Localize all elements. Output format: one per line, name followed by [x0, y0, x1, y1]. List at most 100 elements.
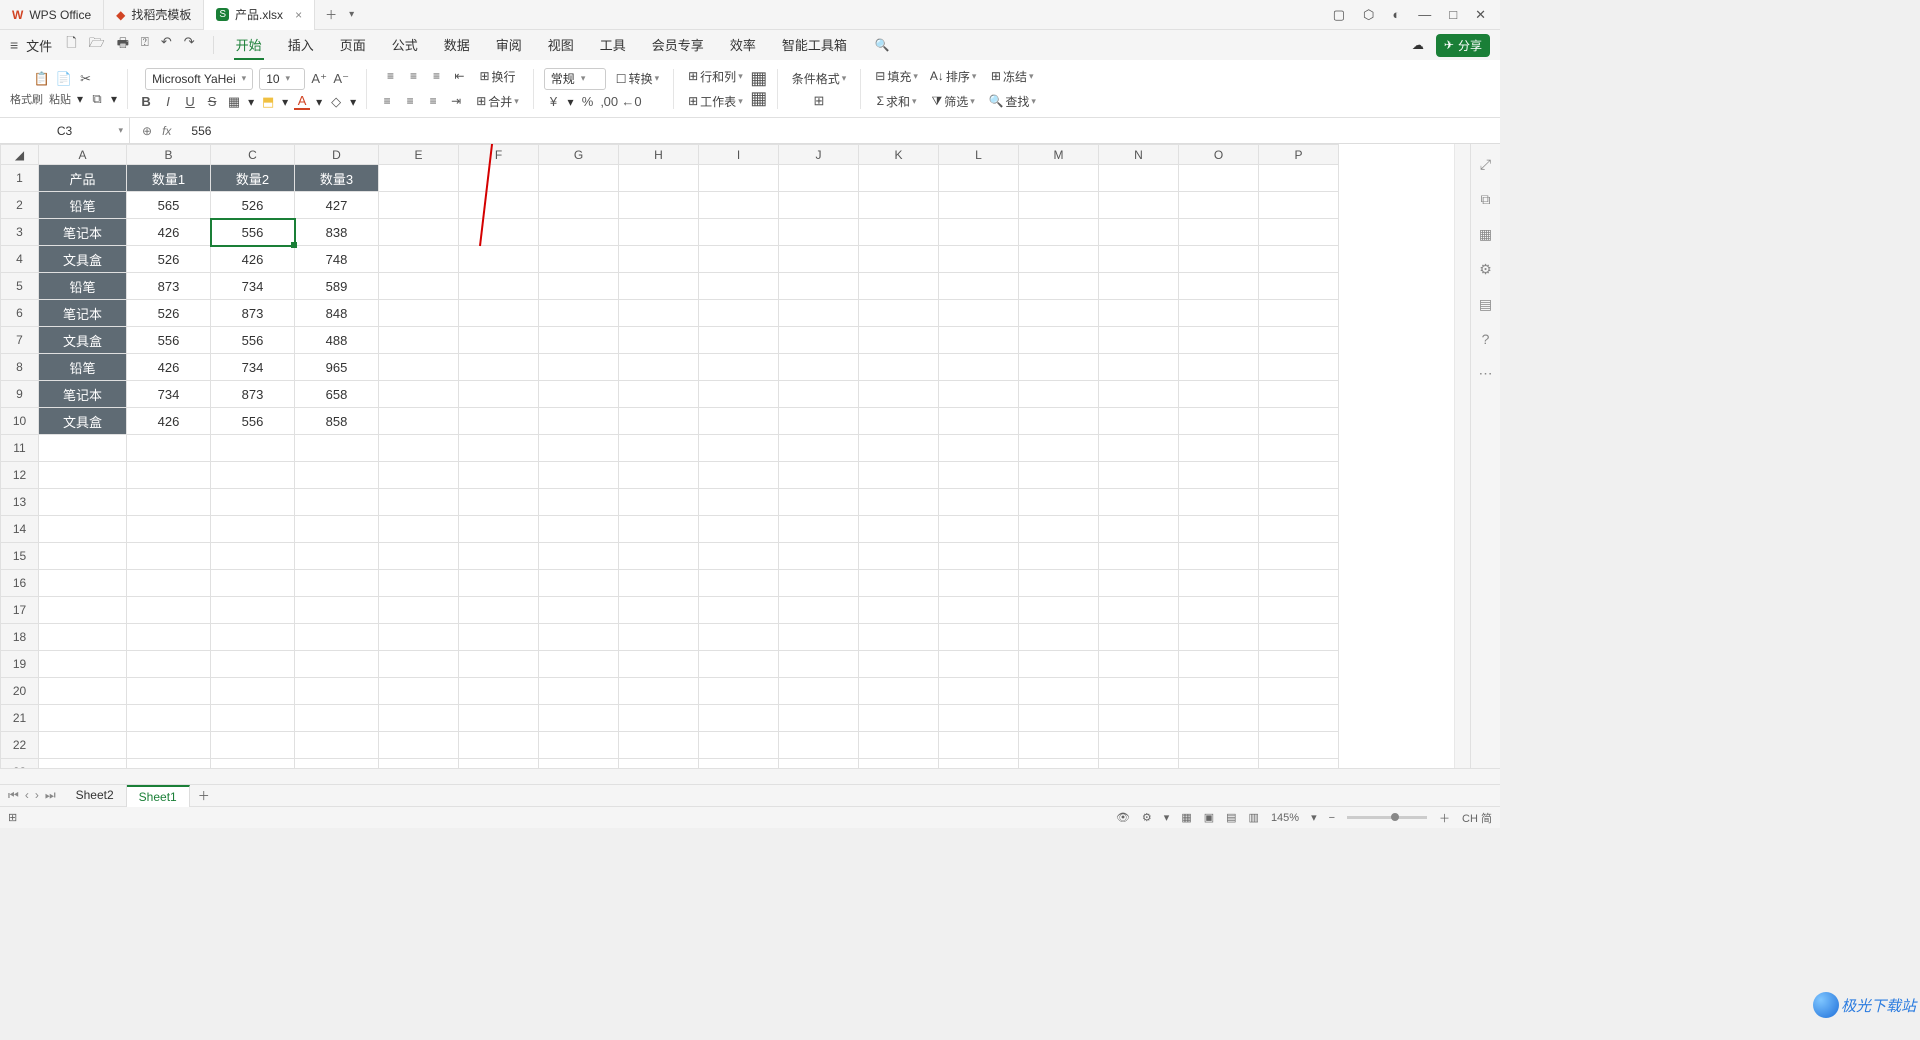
- qat-new-icon[interactable]: 🗋: [66, 34, 76, 56]
- cell-P1[interactable]: [1259, 165, 1339, 192]
- cell-C15[interactable]: [211, 543, 295, 570]
- cell-N1[interactable]: [1099, 165, 1179, 192]
- cell-B23[interactable]: [127, 759, 211, 769]
- cell-G12[interactable]: [539, 462, 619, 489]
- cell-P18[interactable]: [1259, 624, 1339, 651]
- cell-N2[interactable]: [1099, 192, 1179, 219]
- filter-button[interactable]: ⧩ 筛选▾: [928, 91, 979, 112]
- cell-E6[interactable]: [379, 300, 459, 327]
- cell-K6[interactable]: [859, 300, 939, 327]
- app-tab-wps[interactable]: W WPS Office: [0, 0, 104, 30]
- cell-I23[interactable]: [699, 759, 779, 769]
- cell-J17[interactable]: [779, 597, 859, 624]
- col-header-K[interactable]: K: [859, 145, 939, 165]
- cell-P11[interactable]: [1259, 435, 1339, 462]
- cell-D22[interactable]: [295, 732, 379, 759]
- formula-input[interactable]: 556: [183, 124, 1500, 138]
- cell-A9[interactable]: 笔记本: [39, 381, 127, 408]
- close-window-button[interactable]: ✕: [1475, 7, 1486, 23]
- menu-tab-5[interactable]: 审阅: [494, 31, 524, 60]
- cell-C18[interactable]: [211, 624, 295, 651]
- cell-K23[interactable]: [859, 759, 939, 769]
- zoom-dd[interactable]: ▾: [1311, 811, 1317, 824]
- cell-E13[interactable]: [379, 489, 459, 516]
- cell-H13[interactable]: [619, 489, 699, 516]
- row-header-17[interactable]: 17: [1, 597, 39, 624]
- eye-icon[interactable]: 👁: [1116, 811, 1130, 824]
- zoom-in-button[interactable]: ＋: [1439, 810, 1450, 826]
- row-header-8[interactable]: 8: [1, 354, 39, 381]
- cell-G19[interactable]: [539, 651, 619, 678]
- cell-B2[interactable]: 565: [127, 192, 211, 219]
- cell-C7[interactable]: 556: [211, 327, 295, 354]
- cell-B15[interactable]: [127, 543, 211, 570]
- cell-N15[interactable]: [1099, 543, 1179, 570]
- align-top-icon[interactable]: ≡: [380, 69, 400, 83]
- cell-N18[interactable]: [1099, 624, 1179, 651]
- new-tab-button[interactable]: ＋: [315, 6, 347, 23]
- cell-M8[interactable]: [1019, 354, 1099, 381]
- cell-O9[interactable]: [1179, 381, 1259, 408]
- cell-A13[interactable]: [39, 489, 127, 516]
- cell-O6[interactable]: [1179, 300, 1259, 327]
- cell-H1[interactable]: [619, 165, 699, 192]
- strike-icon[interactable]: S: [204, 94, 220, 110]
- cell-J5[interactable]: [779, 273, 859, 300]
- col-header-G[interactable]: G: [539, 145, 619, 165]
- cell-C23[interactable]: [211, 759, 295, 769]
- cell-M6[interactable]: [1019, 300, 1099, 327]
- cell-J3[interactable]: [779, 219, 859, 246]
- fill-button[interactable]: ⊟ 填充▾: [871, 66, 922, 87]
- cell-O22[interactable]: [1179, 732, 1259, 759]
- clipboard-options-icon[interactable]: ⧉: [89, 91, 105, 107]
- cell-M12[interactable]: [1019, 462, 1099, 489]
- cell-B5[interactable]: 873: [127, 273, 211, 300]
- side-panel-icon-0[interactable]: ⤢: [1480, 156, 1491, 173]
- col-header-M[interactable]: M: [1019, 145, 1099, 165]
- cell-M22[interactable]: [1019, 732, 1099, 759]
- cell-O18[interactable]: [1179, 624, 1259, 651]
- cell-G1[interactable]: [539, 165, 619, 192]
- cell-E22[interactable]: [379, 732, 459, 759]
- cell-I4[interactable]: [699, 246, 779, 273]
- cell-E5[interactable]: [379, 273, 459, 300]
- row-header-19[interactable]: 19: [1, 651, 39, 678]
- sheet-nav-1[interactable]: ‹: [25, 788, 29, 803]
- cell-C10[interactable]: 556: [211, 408, 295, 435]
- view-mode-4-icon[interactable]: ▥: [1249, 811, 1259, 824]
- cell-B3[interactable]: 426: [127, 219, 211, 246]
- cell-D8[interactable]: 965: [295, 354, 379, 381]
- cell-G17[interactable]: [539, 597, 619, 624]
- freeze-button[interactable]: ⊞ 冻结▾: [987, 66, 1038, 87]
- cell-L5[interactable]: [939, 273, 1019, 300]
- cell-H7[interactable]: [619, 327, 699, 354]
- cell-D12[interactable]: [295, 462, 379, 489]
- col-header-N[interactable]: N: [1099, 145, 1179, 165]
- minimize-button[interactable]: —: [1418, 7, 1431, 22]
- cell-J11[interactable]: [779, 435, 859, 462]
- cell-J1[interactable]: [779, 165, 859, 192]
- cell-A19[interactable]: [39, 651, 127, 678]
- cell-I9[interactable]: [699, 381, 779, 408]
- side-panel-icon-1[interactable]: ⧉: [1481, 191, 1491, 208]
- cell-H11[interactable]: [619, 435, 699, 462]
- qat-open-icon[interactable]: 🗁: [89, 34, 105, 56]
- cell-D15[interactable]: [295, 543, 379, 570]
- cell-N11[interactable]: [1099, 435, 1179, 462]
- cell-L20[interactable]: [939, 678, 1019, 705]
- cell-E21[interactable]: [379, 705, 459, 732]
- cell-N17[interactable]: [1099, 597, 1179, 624]
- cell-C2[interactable]: 526: [211, 192, 295, 219]
- cell-L12[interactable]: [939, 462, 1019, 489]
- align-middle-icon[interactable]: ≡: [403, 69, 423, 83]
- cell-E3[interactable]: [379, 219, 459, 246]
- format-painter-label[interactable]: 格式刷: [10, 91, 43, 107]
- cell-O21[interactable]: [1179, 705, 1259, 732]
- cell-P21[interactable]: [1259, 705, 1339, 732]
- cell-D3[interactable]: 838: [295, 219, 379, 246]
- cell-O10[interactable]: [1179, 408, 1259, 435]
- cell-H14[interactable]: [619, 516, 699, 543]
- cell-B12[interactable]: [127, 462, 211, 489]
- cell-M2[interactable]: [1019, 192, 1099, 219]
- cell-L21[interactable]: [939, 705, 1019, 732]
